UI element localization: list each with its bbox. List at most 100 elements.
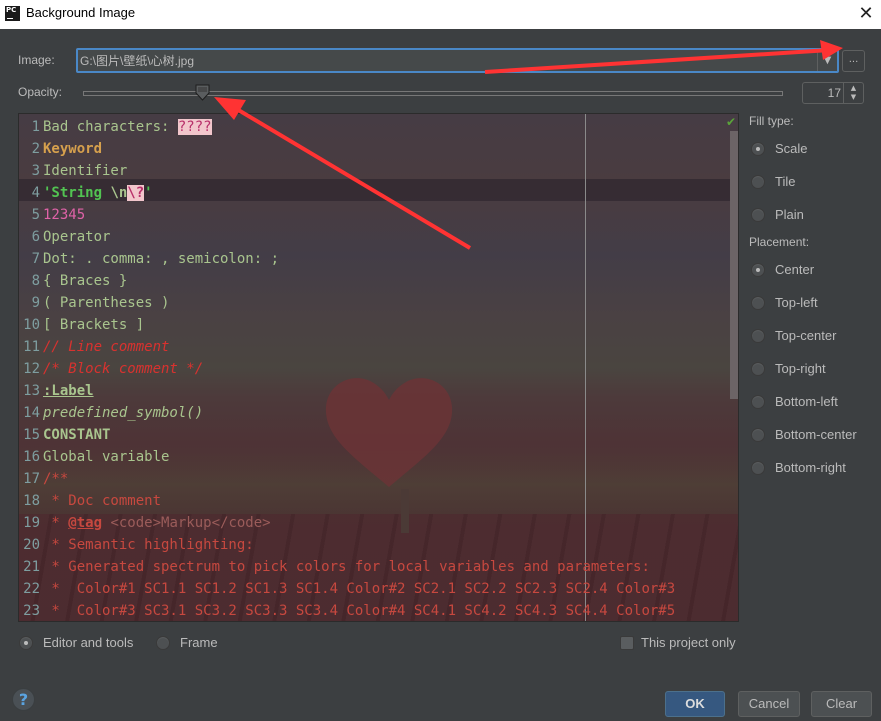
radio-center[interactable]: Center bbox=[751, 262, 814, 277]
radio-scale[interactable]: Scale bbox=[751, 141, 808, 156]
radio-button-circle[interactable] bbox=[751, 174, 765, 189]
code-token-com: // Line comment bbox=[43, 339, 170, 355]
code-token-plain: Operator bbox=[43, 229, 111, 245]
placement-label: Placement: bbox=[749, 235, 810, 249]
ok-button[interactable]: OK bbox=[665, 691, 725, 717]
code-line: 11// Line comment bbox=[19, 336, 675, 358]
radio-top-center[interactable]: Top-center bbox=[751, 328, 836, 343]
code-line: 10[ Brackets ] bbox=[19, 314, 675, 336]
line-number: 1 bbox=[31, 119, 40, 135]
radio-bottom-center[interactable]: Bottom-center bbox=[751, 427, 857, 442]
radio-top-left[interactable]: Top-left bbox=[751, 295, 818, 310]
line-number: 2 bbox=[31, 141, 40, 157]
line-number: 6 bbox=[31, 229, 40, 245]
code-token-escbad: \? bbox=[127, 185, 145, 201]
code-line: 17/** bbox=[19, 468, 675, 490]
code-line: 4 'String \n\?' bbox=[19, 182, 675, 204]
radio-button-circle[interactable] bbox=[751, 394, 765, 409]
opacity-slider-thumb[interactable] bbox=[195, 84, 210, 101]
code-line: 15 CONSTANT bbox=[19, 424, 675, 446]
radio-label: Bottom-left bbox=[775, 394, 838, 409]
radio-label: Top-right bbox=[775, 361, 826, 376]
line-number: 4 bbox=[31, 185, 40, 201]
code-token-num: 12345 bbox=[43, 207, 86, 223]
radio-plain[interactable]: Plain bbox=[751, 207, 804, 222]
line-number: 13 bbox=[23, 383, 40, 399]
code-token-label: :Label bbox=[43, 383, 94, 399]
radio-label: Frame bbox=[180, 635, 218, 650]
code-line: 2 Keyword bbox=[19, 138, 675, 160]
code-token-plain: Identifier bbox=[43, 163, 128, 179]
image-path-combobox[interactable]: ▼ bbox=[76, 48, 839, 73]
radio-label: Bottom-right bbox=[775, 460, 846, 475]
radio-button-circle[interactable] bbox=[19, 635, 33, 650]
radio-bottom-right[interactable]: Bottom-right bbox=[751, 460, 846, 475]
code-line: 12/* Block comment */ bbox=[19, 358, 675, 380]
code-token-plain: { Braces } bbox=[43, 273, 128, 289]
line-number: 11 bbox=[23, 339, 40, 355]
line-number: 3 bbox=[31, 163, 40, 179]
radio-button-circle[interactable] bbox=[751, 141, 765, 156]
radio-button-circle[interactable] bbox=[751, 262, 765, 277]
code-token-kw: Keyword bbox=[43, 141, 103, 157]
clear-button[interactable]: Clear bbox=[811, 691, 872, 717]
code-token-plain: Bad characters: bbox=[43, 119, 178, 135]
browse-button[interactable]: ... bbox=[842, 50, 865, 72]
radio-frame[interactable]: Frame bbox=[156, 635, 218, 650]
image-path-input[interactable] bbox=[80, 51, 815, 70]
radio-top-right[interactable]: Top-right bbox=[751, 361, 826, 376]
radio-bottom-left[interactable]: Bottom-left bbox=[751, 394, 838, 409]
code-line: 18 * Doc comment bbox=[19, 490, 675, 512]
code-token-plain: [ Brackets ] bbox=[43, 317, 145, 333]
opacity-value[interactable]: 17 bbox=[828, 86, 841, 100]
code-token-com: /* Block comment */ bbox=[43, 361, 204, 377]
window-title: Background Image bbox=[26, 5, 136, 20]
code-token-plain: Dot: . comma: , semicolon: ; bbox=[43, 251, 280, 267]
radio-label: Bottom-center bbox=[775, 427, 857, 442]
code-token-doc: * bbox=[43, 515, 69, 531]
code-token-pre: predefined_symbol() bbox=[43, 405, 204, 421]
radio-label: Top-left bbox=[775, 295, 818, 310]
code-line: 6 Operator bbox=[19, 226, 675, 248]
line-number: 7 bbox=[31, 251, 40, 267]
code-line: 19 * @tag <code>Markup</code> bbox=[19, 512, 675, 534]
code-line: 16 Global variable bbox=[19, 446, 675, 468]
radio-button-circle[interactable] bbox=[751, 427, 765, 442]
code-line: 7 Dot: . comma: , semicolon: ; bbox=[19, 248, 675, 270]
this-project-only-label: This project only bbox=[641, 635, 736, 650]
line-number: 12 bbox=[23, 361, 40, 377]
code-token-doctag: @tag bbox=[68, 515, 103, 531]
radio-button-circle[interactable] bbox=[751, 207, 765, 222]
checkbox-box[interactable] bbox=[620, 635, 634, 650]
line-number: 23 bbox=[23, 603, 40, 619]
code-sample: 1 Bad characters: ???? 2 Keyword 3 Identifier… bbox=[19, 116, 675, 621]
opacity-slider-track[interactable] bbox=[83, 91, 783, 96]
code-token-doc: * Generated spectrum to pick colors for … bbox=[43, 559, 650, 575]
this-project-only-checkbox[interactable]: This project only bbox=[620, 635, 736, 650]
code-token-str: 'String bbox=[43, 185, 111, 201]
editor-scrollbar[interactable] bbox=[730, 131, 738, 399]
radio-label: Tile bbox=[775, 174, 796, 189]
radio-tile[interactable]: Tile bbox=[751, 174, 795, 189]
code-line: 20 * Semantic highlighting: bbox=[19, 534, 675, 556]
opacity-spinner[interactable]: 17 ▲ ▼ bbox=[802, 82, 864, 104]
radio-button-circle[interactable] bbox=[156, 635, 170, 650]
image-label: Image: bbox=[18, 53, 55, 67]
dropdown-arrow-button[interactable]: ▼ bbox=[817, 50, 837, 71]
close-button[interactable]: ✕ bbox=[855, 3, 877, 25]
spinner-arrows-icon[interactable]: ▲ ▼ bbox=[843, 83, 863, 103]
help-button[interactable]: ? bbox=[12, 688, 35, 711]
radio-button-circle[interactable] bbox=[751, 361, 765, 376]
code-line: 23 * Color#3 SC3.1 SC3.2 SC3.3 SC3.4 Col… bbox=[19, 600, 675, 621]
line-number: 9 bbox=[31, 295, 40, 311]
line-number: 19 bbox=[23, 515, 40, 531]
radio-editor-and-tools[interactable]: Editor and tools bbox=[19, 635, 133, 650]
radio-button-circle[interactable] bbox=[751, 460, 765, 475]
code-line: 14 predefined_symbol() bbox=[19, 402, 675, 424]
code-token-bad: ???? bbox=[177, 119, 212, 135]
cancel-button[interactable]: Cancel bbox=[738, 691, 800, 717]
radio-label: Scale bbox=[775, 141, 808, 156]
radio-button-circle[interactable] bbox=[751, 295, 765, 310]
radio-label: Center bbox=[775, 262, 815, 277]
radio-button-circle[interactable] bbox=[751, 328, 765, 343]
